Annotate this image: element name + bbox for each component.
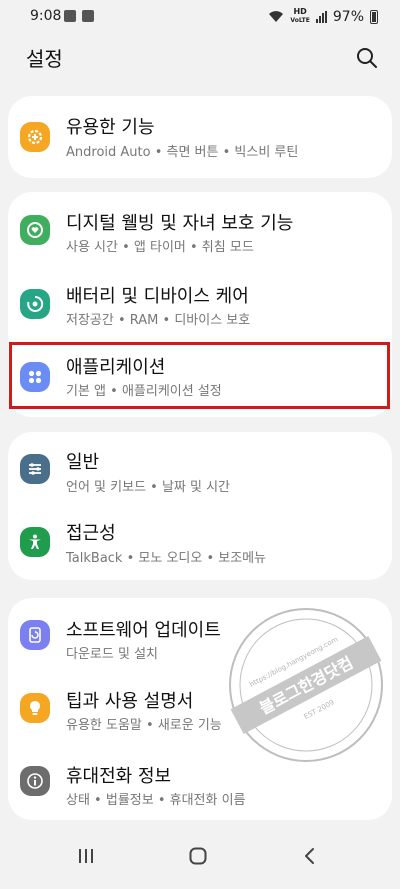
- update-icon: [20, 620, 50, 650]
- network-type-badge: HD VoLTE: [290, 7, 310, 25]
- item-subtitle: 사용 시간 • 앱 타이머 • 취침 모드: [66, 240, 254, 255]
- page-title: 설정: [26, 47, 63, 71]
- item-subtitle: 상태 • 법률정보 • 휴대전화 이름: [66, 793, 246, 808]
- device-care-icon: [20, 289, 50, 319]
- item-subtitle: 유용한 도움말 • 새로운 기능: [66, 718, 222, 733]
- home-button[interactable]: [168, 822, 228, 889]
- item-subtitle: 다운로드 및 설치: [66, 647, 158, 662]
- item-title: 디지털 웰빙 및 자녀 보호 기능: [66, 213, 294, 234]
- blog-watermark: 블로그한경닷컴 https://blog.hangyeong.com EST 2…: [226, 605, 386, 765]
- settings-item-advanced-features[interactable]: 유용한 기능 Android Auto • 측면 버튼 • 빅스비 루틴: [8, 101, 392, 173]
- notification-icons: [64, 10, 94, 22]
- search-icon: [357, 48, 377, 68]
- item-title: 팁과 사용 설명서: [66, 691, 194, 712]
- item-title: 접근성: [66, 523, 116, 544]
- signal-icon: [315, 10, 327, 23]
- gear-plus-icon: [20, 122, 50, 152]
- home-icon: [189, 847, 207, 864]
- recent-apps-button[interactable]: [56, 822, 116, 889]
- settings-item-battery-device-care[interactable]: 배터리 및 디바이스 케어 저장공간 • RAM • 디바이스 보호: [8, 269, 392, 341]
- settings-group-1: 유용한 기능 Android Auto • 측면 버튼 • 빅스비 루틴: [8, 96, 392, 178]
- highlight-box: [9, 342, 390, 409]
- item-subtitle: TalkBack • 모노 오디오 • 보조메뉴: [66, 551, 267, 566]
- status-time: 9:08: [30, 8, 62, 24]
- item-subtitle: Android Auto • 측면 버튼 • 빅스비 루틴: [66, 145, 299, 160]
- item-title: 배터리 및 디바이스 케어: [66, 286, 249, 307]
- lightbulb-icon: [20, 693, 50, 723]
- settings-item-accessibility[interactable]: 접근성 TalkBack • 모노 오디오 • 보조메뉴: [8, 507, 392, 579]
- wifi-icon: [268, 10, 284, 23]
- sliders-icon: [20, 454, 50, 484]
- item-title: 소프트웨어 업데이트: [66, 620, 221, 641]
- item-subtitle: 저장공간 • RAM • 디바이스 보호: [66, 313, 251, 328]
- heart-ring-icon: [20, 215, 50, 245]
- item-title: 휴대전화 정보: [66, 766, 172, 787]
- gallery-icon: [64, 10, 76, 22]
- back-button[interactable]: [280, 822, 340, 889]
- battery-percent: 97%: [332, 8, 364, 25]
- item-subtitle: 언어 및 키보드 • 날짜 및 시간: [66, 480, 231, 495]
- item-title: 유용한 기능: [66, 117, 155, 138]
- settings-group-3: 일반 언어 및 키보드 • 날짜 및 시간 접근성 TalkBack • 모노 …: [8, 432, 392, 580]
- back-icon: [305, 847, 314, 864]
- item-title: 일반: [66, 452, 100, 473]
- accessibility-icon: [20, 527, 50, 557]
- recent-apps-icon: [79, 848, 93, 863]
- watermark-title: 블로그한경닷컴: [256, 653, 356, 718]
- status-right: HD VoLTE 97%: [268, 8, 378, 25]
- status-bar: 9:08 HD VoLTE 97%: [0, 0, 400, 34]
- info-icon: [20, 766, 50, 796]
- settings-item-digital-wellbeing[interactable]: 디지털 웰빙 및 자녀 보호 기능 사용 시간 • 앱 타이머 • 취침 모드: [8, 195, 392, 267]
- navigation-bar: [0, 822, 400, 889]
- battery-icon: [370, 9, 378, 24]
- search-button[interactable]: [354, 45, 380, 71]
- settings-item-general[interactable]: 일반 언어 및 키보드 • 날짜 및 시간: [8, 434, 392, 506]
- message-icon: [82, 10, 94, 22]
- watermark-est: EST 2009: [303, 698, 336, 721]
